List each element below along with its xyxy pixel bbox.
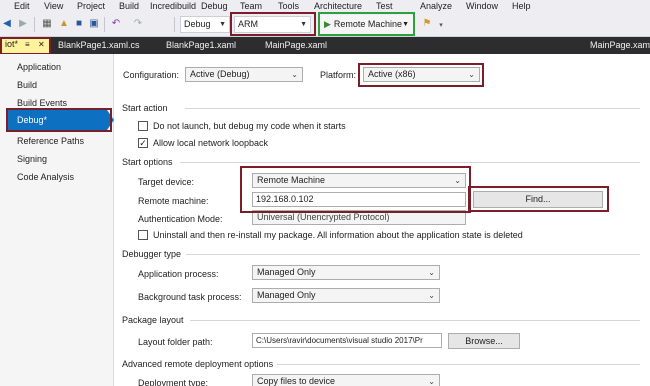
redo-icon[interactable]: ↷: [132, 18, 144, 30]
configuration-dropdown[interactable]: Active (Debug) ⌄: [185, 67, 303, 82]
save-icon[interactable]: ■: [73, 18, 85, 30]
section-divider: [180, 162, 640, 163]
menu-incredibuild[interactable]: Incredibuild: [150, 0, 196, 12]
debugger-type-heading: Debugger type: [122, 249, 182, 259]
do-not-launch-checkbox[interactable]: [138, 121, 148, 131]
start-action-heading: Start action: [122, 103, 168, 113]
menu-help[interactable]: Help: [512, 0, 531, 12]
deployment-type-label: Deployment type:: [138, 378, 209, 386]
bg-task-value: Managed Only: [257, 290, 316, 300]
section-divider: [185, 108, 640, 109]
nav-item-signing[interactable]: Signing: [17, 152, 47, 166]
auth-mode-value: Universal (Unencrypted Protocol): [257, 212, 390, 222]
forward-icon[interactable]: ▶: [17, 18, 29, 30]
menu-tools[interactable]: Tools: [278, 0, 299, 12]
menu-test[interactable]: Test: [376, 0, 393, 12]
menu-bar: Edit View Project Build Incredibuild Deb…: [0, 0, 650, 12]
chevron-down-icon: ⌄: [428, 268, 435, 277]
layout-folder-input[interactable]: C:\Users\ravir\documents\visual studio 2…: [252, 333, 442, 348]
app-process-dropdown[interactable]: Managed Only ⌄: [252, 265, 440, 280]
tab-mainpage-xaml[interactable]: MainPage.xaml: [265, 37, 327, 54]
nav-item-build[interactable]: Build: [17, 78, 37, 92]
menu-project[interactable]: Project: [77, 0, 105, 12]
menu-edit[interactable]: Edit: [14, 0, 30, 12]
menu-team[interactable]: Team: [240, 0, 262, 12]
menu-analyze[interactable]: Analyze: [420, 0, 452, 12]
menu-window[interactable]: Window: [466, 0, 498, 12]
do-not-launch-label: Do not launch, but debug my code when it…: [153, 121, 346, 131]
active-tab-highlight-box: [0, 37, 51, 55]
deployment-type-value: Copy files to device: [257, 376, 336, 386]
target-device-label: Target device:: [138, 177, 195, 187]
toolbar-separator: [174, 17, 175, 32]
allow-loopback-checkbox[interactable]: ✓: [138, 138, 148, 148]
chevron-down-icon: ⌄: [428, 291, 435, 300]
menu-build[interactable]: Build: [119, 0, 139, 12]
configuration-label: Configuration:: [123, 70, 180, 80]
tab-mainpage-xaml-right[interactable]: MainPage.xaml: [590, 37, 650, 54]
chevron-down-icon: ⌄: [428, 377, 435, 386]
solution-configuration-value: Debug: [184, 19, 211, 29]
configuration-value: Active (Debug): [190, 69, 250, 79]
app-process-value: Managed Only: [257, 267, 316, 277]
layout-folder-value: C:\Users\ravir\documents\visual studio 2…: [256, 336, 423, 345]
toolbar-separator: [34, 17, 35, 32]
menu-view[interactable]: View: [44, 0, 63, 12]
toolbar-overflow-icon[interactable]: ▾: [435, 20, 447, 32]
bg-task-label: Background task process:: [138, 292, 242, 302]
solution-configuration-dropdown[interactable]: Debug ▼: [180, 16, 230, 33]
platform-value-highlight-box: [358, 63, 484, 87]
nav-item-code-analysis[interactable]: Code Analysis: [17, 170, 74, 184]
find-in-files-icon[interactable]: ⚑: [421, 18, 433, 30]
menu-architecture[interactable]: Architecture: [314, 0, 362, 12]
target-device-highlight-box: [240, 166, 471, 213]
back-icon[interactable]: ◀: [1, 18, 13, 30]
open-folder-icon[interactable]: ▲: [58, 18, 70, 30]
new-project-icon[interactable]: ▦: [41, 18, 53, 30]
start-options-heading: Start options: [122, 157, 173, 167]
undo-icon[interactable]: ↶: [110, 18, 122, 30]
chevron-down-icon: ▼: [219, 21, 226, 28]
menu-debug[interactable]: Debug: [201, 0, 228, 12]
find-button-highlight-box: [468, 186, 609, 212]
package-layout-heading: Package layout: [122, 315, 184, 325]
nav-item-application[interactable]: Application: [17, 60, 61, 74]
advanced-deployment-heading: Advanced remote deployment options: [122, 359, 274, 369]
tab-blankpage1-xaml[interactable]: BlankPage1.xaml: [166, 37, 236, 54]
chevron-down-icon: ⌄: [291, 70, 298, 79]
auth-mode-label: Authentication Mode:: [138, 214, 223, 224]
debug-nav-highlight-box: [6, 108, 112, 132]
app-process-label: Application process:: [138, 269, 219, 279]
platform-highlight-box: [230, 12, 316, 36]
tab-blankpage1-xaml-cs[interactable]: BlankPage1.xaml.cs: [58, 37, 140, 54]
section-divider: [190, 320, 640, 321]
run-target-highlight-box: [318, 12, 415, 36]
deployment-type-dropdown[interactable]: Copy files to device ⌄: [252, 374, 440, 386]
allow-loopback-label: Allow local network loopback: [153, 138, 269, 148]
section-divider: [186, 254, 640, 255]
layout-folder-label: Layout folder path:: [138, 337, 213, 347]
browse-button[interactable]: Browse...: [448, 333, 520, 349]
toolbar-separator: [104, 17, 105, 32]
uninstall-checkbox[interactable]: [138, 230, 148, 240]
uninstall-label: Uninstall and then re-install my package…: [153, 230, 523, 240]
remote-machine-label: Remote machine:: [138, 196, 209, 206]
platform-label: Platform:: [320, 70, 357, 80]
save-all-icon[interactable]: ▣: [88, 18, 100, 30]
nav-item-reference-paths[interactable]: Reference Paths: [17, 134, 84, 148]
section-divider: [277, 364, 640, 365]
bg-task-dropdown[interactable]: Managed Only ⌄: [252, 288, 440, 303]
